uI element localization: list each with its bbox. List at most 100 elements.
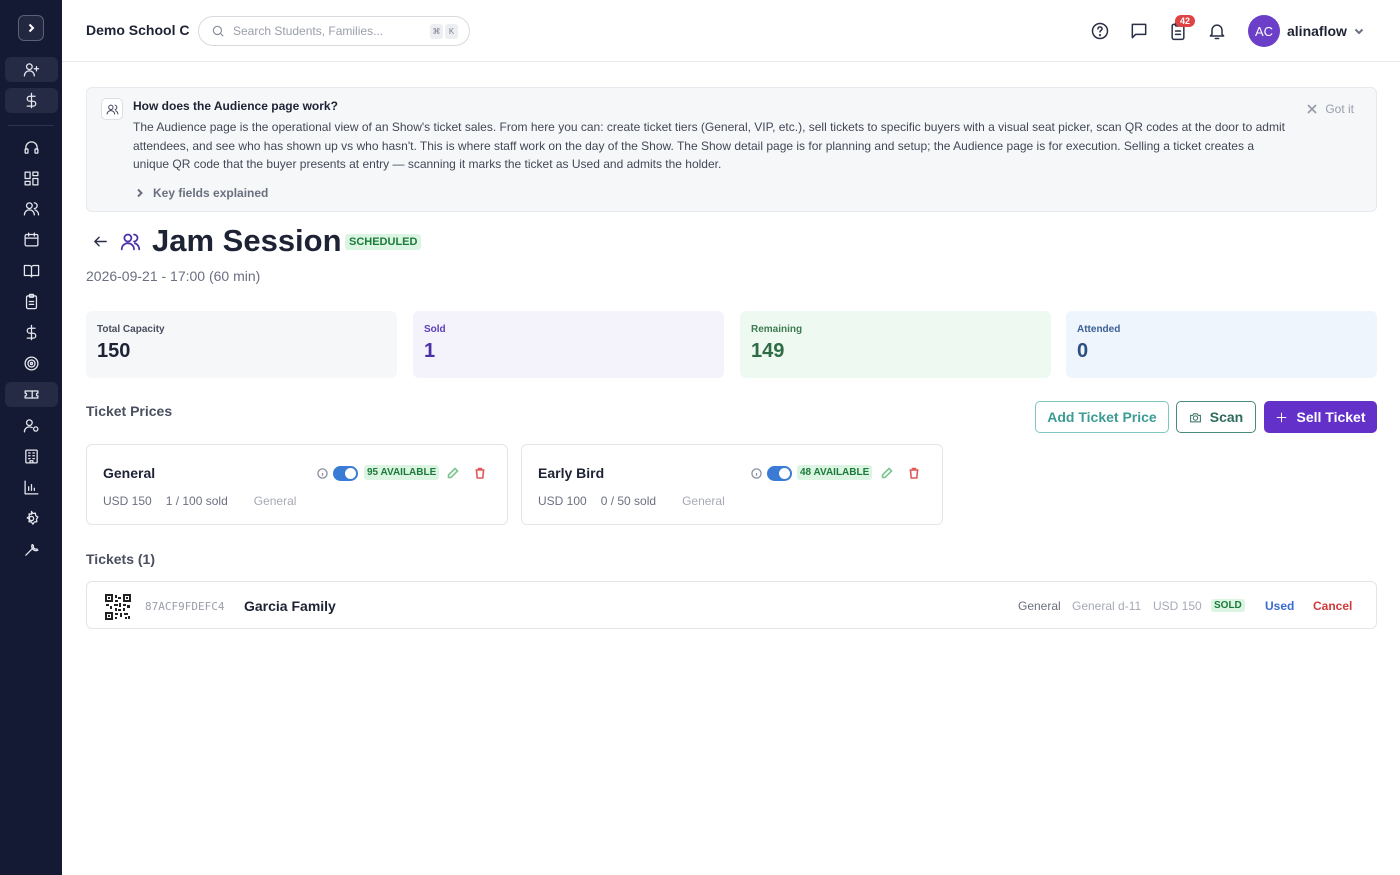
table-row[interactable]: 87ACF9FDEFC4 Garcia Family General Gener… (86, 581, 1377, 629)
chart-icon (24, 480, 39, 495)
stat-label: Remaining (751, 324, 803, 335)
cancel-ticket-button[interactable]: Cancel (1313, 599, 1352, 613)
page-title: Jam Session (152, 223, 342, 258)
ticket-price-sold: 0 / 50 sold (600, 494, 657, 508)
sidebar-item-reports[interactable] (5, 475, 58, 500)
stat-value: 1 (424, 340, 436, 362)
add-ticket-price-label: Add Ticket Price (1047, 409, 1157, 425)
stat-remaining: Remaining 149 (740, 311, 1051, 378)
ticket-price-category: General (682, 494, 725, 508)
stat-attended: Attended 0 (1066, 311, 1377, 378)
message-icon (1131, 23, 1147, 39)
mark-used-button[interactable]: Used (1265, 599, 1294, 613)
stat-label: Attended (1077, 324, 1121, 335)
camera-icon (1189, 412, 1201, 422)
notifications-button[interactable] (1207, 21, 1227, 41)
trash-icon (475, 467, 485, 479)
sidebar-item-settings[interactable] (5, 506, 58, 531)
key-fields-toggle[interactable]: Key fields explained (135, 186, 268, 200)
help-body: The Audience page is the operational vie… (133, 120, 1285, 171)
edit-button[interactable] (447, 466, 459, 479)
user-gear-icon (23, 419, 39, 433)
sidebar-item-billing[interactable] (5, 88, 58, 113)
scan-label: Scan (1209, 409, 1244, 425)
sidebar-item-dashboard[interactable] (5, 166, 58, 191)
ticket-price-name: Early Bird (538, 465, 605, 481)
wrench-icon (25, 543, 39, 556)
ticket-price-category: General (253, 494, 297, 508)
ticket-price: USD 150 (1153, 599, 1202, 613)
dismiss-help-button[interactable]: Got it (1307, 102, 1354, 116)
stat-value: 150 (97, 340, 131, 362)
bell-icon (1209, 24, 1225, 40)
shortcut-key-cmd: ⌘ (430, 24, 443, 39)
sidebar-item-payments[interactable] (5, 320, 58, 345)
arrow-left-icon (94, 236, 107, 247)
sidebar-item-add-user[interactable] (5, 57, 58, 82)
shortcut-key-k: K (445, 24, 458, 39)
tickets-heading: Tickets (1) (86, 551, 155, 567)
chevron-right-icon (28, 23, 35, 33)
messages-button[interactable] (1129, 21, 1149, 41)
qr-code-icon[interactable] (105, 594, 131, 620)
info-icon[interactable] (751, 466, 762, 479)
close-icon (1307, 104, 1317, 114)
school-name: Demo School C (86, 22, 190, 38)
username[interactable]: alinaflow (1287, 23, 1347, 39)
sidebar-expand-button[interactable] (18, 15, 44, 41)
sell-ticket-button[interactable]: Sell Ticket (1264, 401, 1377, 433)
stat-sold: Sold 1 (413, 311, 724, 378)
delete-button[interactable] (474, 466, 486, 479)
ticket-icon (24, 390, 39, 399)
back-button[interactable] (92, 233, 109, 250)
book-icon (23, 264, 40, 278)
users-icon (23, 202, 40, 216)
dashboard-icon (24, 171, 39, 186)
stat-value: 0 (1077, 340, 1089, 362)
sidebar-item-courses[interactable] (5, 258, 58, 283)
building-icon (25, 449, 38, 464)
search-input[interactable]: Search Students, Families... ⌘ K (198, 16, 470, 46)
scan-button[interactable]: Scan (1176, 401, 1256, 433)
calendar-icon (24, 232, 39, 247)
info-icon[interactable] (317, 466, 328, 479)
stat-value: 149 (751, 340, 785, 362)
add-ticket-price-button[interactable]: Add Ticket Price (1035, 401, 1169, 433)
help-panel: How does the Audience page work? The Aud… (86, 87, 1377, 212)
pencil-icon (447, 467, 459, 479)
sidebar-item-users[interactable] (5, 196, 58, 221)
sidebar-item-support[interactable] (5, 135, 58, 160)
ticket-prices-heading: Ticket Prices (86, 403, 173, 419)
sidebar-item-staff[interactable] (5, 413, 58, 438)
chevron-right-icon (137, 188, 143, 198)
ticket-price-toggle[interactable] (767, 466, 792, 481)
sidebar-item-tools[interactable] (5, 537, 58, 562)
edit-button[interactable] (881, 466, 893, 479)
top-bar: Demo School C Search Students, Families.… (62, 0, 1400, 62)
sidebar-item-goals[interactable] (5, 351, 58, 376)
sidebar-item-tickets[interactable] (5, 382, 58, 407)
stat-total-capacity: Total Capacity 150 (86, 311, 397, 378)
sidebar-item-tasks[interactable] (5, 289, 58, 314)
user-menu-toggle[interactable] (1353, 24, 1365, 36)
pencil-icon (881, 467, 893, 479)
plus-icon (1277, 412, 1287, 422)
stat-label: Total Capacity (97, 324, 165, 335)
ticket-price-toggle[interactable] (333, 466, 358, 481)
sidebar-divider (8, 125, 54, 126)
help-button[interactable] (1090, 21, 1110, 41)
ticket-price-amount: USD 100 (538, 494, 587, 508)
dollar-icon (26, 92, 37, 109)
ticket-buyer: Garcia Family (244, 598, 336, 614)
ticket-price-meta: USD 100 0 / 50 sold General (538, 494, 725, 508)
audience-icon (101, 98, 123, 120)
key-fields-label: Key fields explained (153, 186, 269, 200)
sidebar-item-locations[interactable] (5, 444, 58, 469)
delete-button[interactable] (908, 466, 920, 479)
search-icon (212, 25, 224, 37)
ticket-code: 87ACF9FDEFC4 (145, 600, 225, 613)
sell-ticket-label: Sell Ticket (1296, 409, 1366, 425)
avatar[interactable]: AC (1248, 15, 1280, 47)
ticket-tier: General (1018, 599, 1061, 613)
sidebar-item-calendar[interactable] (5, 227, 58, 252)
